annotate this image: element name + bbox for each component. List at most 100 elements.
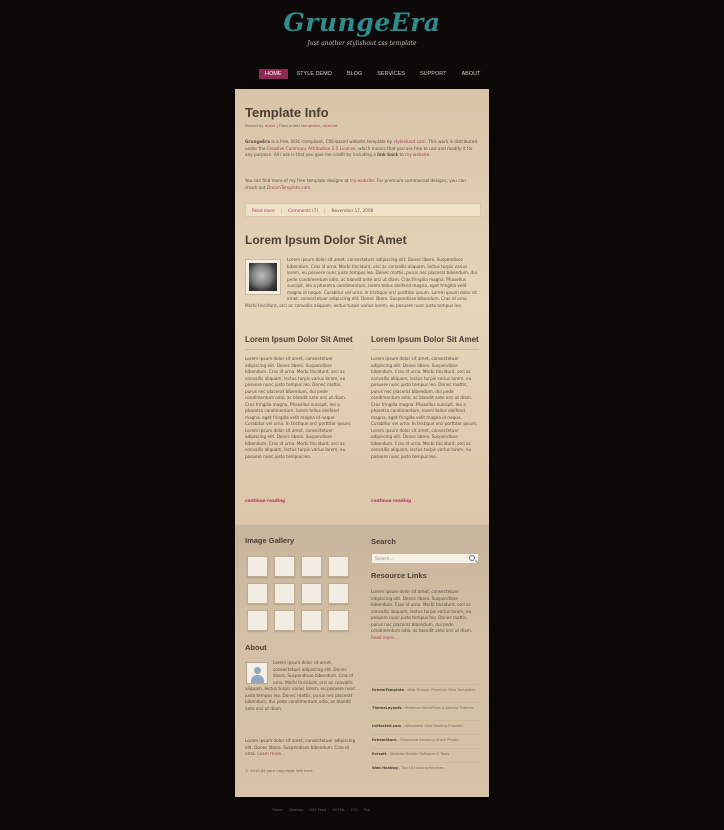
divider [371,702,479,703]
resource-link[interactable]: Web Hosting - Top 10 Hosting Reviews [372,766,478,771]
resource-desc: - Website Builder Software & Tools [386,752,450,756]
gallery-thumb[interactable] [301,556,322,577]
category-link[interactable]: internet [323,123,338,128]
comments-link[interactable]: Comments (7) [282,208,324,213]
post-footer-bar: Read more | Comments (7) | November 17, … [245,203,481,217]
post-paragraph: GrungeEra is a free, W3C-compliant, CSS-… [245,139,477,159]
post-author-link[interactable]: erwin [265,123,275,128]
gallery-thumb[interactable] [274,610,295,631]
right-article: Lorem Ipsum Dolor Sit Amet Lorem ipsum d… [371,335,479,503]
gallery-thumb[interactable] [247,610,268,631]
resource-desc: - Top 10 Hosting Reviews [397,766,444,770]
gallery-thumb[interactable] [328,583,349,604]
footer-link-rss[interactable]: RSS Feed [310,808,327,812]
resources-title: Resource Links [371,571,427,580]
post-date: November 17, 2008 [331,207,374,213]
resource-name: DreamStock [372,738,397,742]
divider [245,349,353,350]
post-title[interactable]: Template Info [245,105,329,120]
article-title[interactable]: Lorem Ipsum Dolor Sit Amet [371,335,479,345]
gallery-thumb[interactable] [274,583,295,604]
footer-link-top[interactable]: Top [364,808,370,812]
footer-link-home[interactable]: Home [272,808,283,812]
website-link[interactable]: my website [350,178,374,183]
about-text: Lorem ipsum dolor sit amet, consectetuer… [245,660,357,712]
image-gallery [247,556,349,631]
resource-desc: - Affordable Web Hosting Provider [401,724,464,728]
nav-item-about[interactable]: About [455,69,486,79]
nav-item-home[interactable]: Home [259,68,288,79]
divider [371,748,479,749]
paragraph-text: is a free, W3C-compliant, CSS-based webs… [270,139,394,144]
paragraph-text: You can find more of my free template de… [245,178,350,183]
left-article: Lorem Ipsum Dolor Sit Amet Lorem ipsum d… [245,335,353,503]
resource-name: Evrsoft [372,752,387,756]
resource-name: DreamTemplate [372,688,404,692]
resource-link[interactable]: ThemeLayouts - Premium WordPress & Jooml… [372,706,478,711]
resource-link[interactable]: DreamStock - Download Amazing Stock Phot… [372,738,478,743]
article-title[interactable]: Lorem Ipsum Dolor Sit Amet [245,335,353,345]
post-paragraph: You can find more of my free template de… [245,178,477,191]
site-logo[interactable]: GrungeEra [0,8,724,37]
post-meta: Posted by erwin | Filed under templates,… [245,123,338,129]
about-text-2: Lorem ipsum dolor sit amet, consectetuer… [245,738,357,758]
resource-name: Web Hosting [372,766,398,770]
footer-link-xhtml[interactable]: XHTML [332,808,344,812]
link-back-text: link back [377,152,399,157]
gallery-title: Image Gallery [245,536,295,545]
resource-name: ThemeLayouts [372,706,402,710]
divider [371,720,479,721]
gallery-thumb[interactable] [247,583,268,604]
gallery-thumb[interactable] [247,556,268,577]
search-input[interactable]: Search... [371,553,479,564]
article-body: Lorem ipsum dolor sit amet, consectetuer… [245,356,352,459]
main-nav: Home Style Demo Blog Services Support Ab… [259,68,489,79]
gallery-thumb[interactable] [328,556,349,577]
search-icon[interactable] [469,555,475,561]
post-paragraph: Lorem ipsum dolor sit amet, consectetuer… [245,257,479,309]
about-title: About [245,643,267,652]
post-meta-mid: | Filed under [275,123,302,128]
nav-item-style-demo[interactable]: Style Demo [291,69,338,79]
gallery-thumb[interactable] [301,583,322,604]
resource-link[interactable]: ImHosted.com - Affordable Web Hosting Pr… [372,724,478,729]
divider [371,734,479,735]
nav-item-blog[interactable]: Blog [341,69,368,79]
gallery-thumb[interactable] [274,556,295,577]
resource-desc: - Download Amazing Stock Photos [396,738,460,742]
dreamtemplate-link[interactable]: DreamTemplate.com [267,185,310,190]
category-link[interactable]: templates [301,123,320,128]
license-link[interactable]: Creative Commons Attribution 2.5 License [267,146,356,151]
footer-link-css[interactable]: CSS [351,808,358,812]
paragraph-text: . [429,152,431,157]
resources-text: Lorem ipsum dolor sit amet, consectetuer… [371,589,479,641]
footer-link-sitemap[interactable]: Sitemap [289,808,304,812]
divider [371,762,479,763]
divider [371,684,479,685]
read-more-link[interactable]: Read more... [371,635,398,640]
paragraph-text: . [310,184,312,190]
post-meta-prefix: Posted by [245,123,265,128]
search-title: Search [371,537,397,546]
resource-desc: - Premium WordPress & Joomla Themes [401,706,474,710]
article-body: Lorem ipsum dolor sit amet, consectetuer… [371,356,478,459]
resource-link[interactable]: Evrsoft - Website Builder Software & Too… [372,752,478,757]
styleshout-link[interactable]: styleshout.com [394,139,426,144]
post-title[interactable]: Lorem Ipsum Dolor Sit Amet [245,233,407,247]
gallery-thumb[interactable] [328,610,349,631]
nav-item-support[interactable]: Support [414,69,453,79]
resource-desc: - Web Design, Premium Web Templates [403,688,476,692]
paragraph-text: Lorem ipsum dolor sit amet, consectetuer… [371,589,473,633]
resource-name: ImHosted.com [372,724,402,728]
nav-item-services[interactable]: Services [371,69,411,79]
footer-nav: Home Sitemap RSS Feed XHTML CSS Top [272,808,370,812]
copyright: © 2010 All your copyright info here [245,768,313,773]
website-link[interactable]: my website [405,152,429,157]
learn-more-link[interactable]: Learn more... [257,751,285,756]
read-more-link[interactable]: Read more [246,208,281,213]
continue-reading-link[interactable]: continue reading [371,498,411,503]
site-tagline: Just another stylishout css template [307,40,417,47]
gallery-thumb[interactable] [301,610,322,631]
resource-link[interactable]: DreamTemplate - Web Design, Premium Web … [372,688,478,693]
continue-reading-link[interactable]: continue reading [245,498,285,503]
